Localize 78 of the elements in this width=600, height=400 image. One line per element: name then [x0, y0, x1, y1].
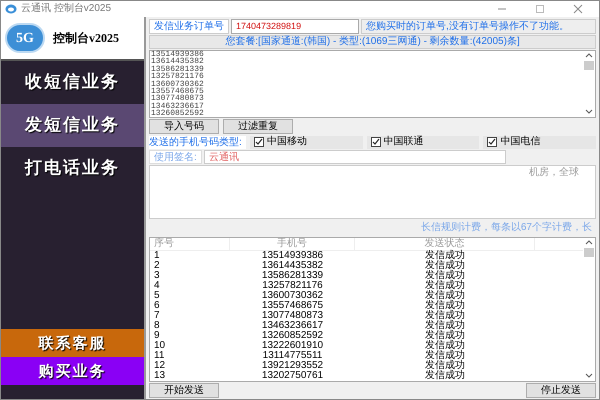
- sidebar-action-button[interactable]: 购买业务: [1, 357, 144, 385]
- table-cell-text: 10: [153, 341, 166, 351]
- checkbox-label: 中国电信: [500, 137, 540, 147]
- number-line: 13463236617: [151, 102, 205, 110]
- close-icon[interactable]: [573, 4, 583, 14]
- number-line: 13257821176: [151, 73, 205, 81]
- checkbox-label: 中国移动: [266, 137, 307, 147]
- table-cell-text: 发信成功: [424, 251, 466, 261]
- window-title: 云通讯 控制台v2025: [21, 4, 112, 14]
- signature-field[interactable]: 云通讯: [204, 150, 506, 164]
- table-cell-text: 12: [153, 361, 166, 371]
- signature-label: 使用签名:: [149, 150, 202, 164]
- table-cell-text: 13077480873: [260, 311, 324, 321]
- table-cell-text: 发信成功: [424, 301, 466, 311]
- logo-badge: 5G: [5, 23, 45, 53]
- table-cell-text: 6: [153, 301, 161, 311]
- order-note: 您购买时的订单号,没有订单号操作不了功能。: [361, 19, 596, 34]
- checkbox[interactable]: [254, 137, 264, 147]
- sidebar-action-button[interactable]: 联系客服: [1, 329, 144, 357]
- table-cell-text: 13222601910: [260, 341, 324, 351]
- number-list-field[interactable]: 13514939386 13614435382 13586281339 13257821176 13600730362 13557468675 13077480873 13463236617 13260852592: [149, 50, 596, 118]
- table-cell-text: 9: [153, 331, 161, 341]
- table-cell-text: 发信成功: [424, 321, 466, 331]
- checkmark-icon: [254, 138, 263, 146]
- table-cell-text: 13114775511: [262, 351, 324, 361]
- table-cell-text: 发信成功: [424, 281, 466, 291]
- checkmark-icon: [488, 138, 496, 146]
- number-line: 13260852592: [151, 110, 205, 118]
- number-action-button[interactable]: 过滤重复: [223, 119, 293, 134]
- table-cell-text: 发信成功: [424, 331, 466, 341]
- number-action-button[interactable]: 导入号码: [149, 119, 219, 134]
- table-cell-text: 发信成功: [424, 341, 466, 351]
- send-control-button[interactable]: 开始发送: [149, 383, 219, 398]
- message-text: 机房，全球: [529, 168, 579, 180]
- table-cell-text: 2: [153, 261, 161, 271]
- table-cell-text: 发信成功: [424, 371, 466, 381]
- number-line: 13077480873: [151, 95, 205, 103]
- table-cell-text: 13260852592: [260, 331, 324, 341]
- order-number-field[interactable]: 1740473289819: [231, 19, 359, 34]
- carrier-filter-label: 发送的手机号码类型:: [149, 136, 246, 148]
- checkbox[interactable]: [487, 137, 498, 147]
- order-label: 发信业务订单号: [149, 19, 229, 34]
- table-cell-text: 发信成功: [424, 311, 466, 321]
- table-cell-text: 13: [153, 371, 166, 381]
- table-cell-text: 5: [153, 291, 161, 301]
- table-cell-text: 发信成功: [424, 261, 466, 271]
- number-line: 13514939386: [151, 51, 205, 58]
- table-cell-text: 4: [153, 281, 161, 291]
- package-info: 您套餐:[国家通道:(韩国) - 类型:(1069三网通) - 剩余数量:(42005)条]: [149, 35, 596, 49]
- table-cell-text: 1: [153, 251, 161, 261]
- send-control-button[interactable]: 停止发送: [526, 383, 596, 398]
- table-cell-text: 13586281339: [260, 271, 324, 281]
- table-cell-text: 发信成功: [424, 291, 466, 301]
- table-cell-text: 8: [153, 321, 161, 331]
- table-cell-text: 13921293552: [260, 361, 324, 371]
- number-line: 13600730362: [151, 80, 205, 88]
- hint-text: 长信规则计费，每条以67个字计费，长: [420, 223, 592, 233]
- number-line: 13557468675: [151, 88, 205, 96]
- table-cell-text: 发信成功: [424, 271, 466, 281]
- table-cell-text: 13202750761: [260, 371, 324, 381]
- table-cell-text: 7: [153, 311, 161, 321]
- table-cell-text: 13463236617: [260, 321, 324, 331]
- checkbox-label: 中国联通: [384, 137, 424, 147]
- number-line: 13614435382: [151, 58, 205, 66]
- checkbox[interactable]: [370, 137, 381, 147]
- table-cell-text: 13257821176: [261, 281, 324, 291]
- table-cell-text: 3: [153, 271, 161, 281]
- logo-title: 控制台v2025: [53, 30, 119, 47]
- table-cell-text: 13614435382: [260, 261, 324, 271]
- table-cell-text: 11: [153, 351, 166, 361]
- sidebar-menu-item[interactable]: 发短信业务: [1, 104, 144, 147]
- table-cell-text: 13514939386: [260, 251, 324, 261]
- number-line: 13586281339: [151, 66, 205, 74]
- table-cell-text: 发信成功: [424, 361, 466, 371]
- table-cell-text: 13557468675: [260, 301, 324, 311]
- table-cell-text: 发信成功: [424, 351, 466, 361]
- table-cell-text: 13600730362: [260, 291, 324, 301]
- checkmark-icon: [372, 138, 380, 146]
